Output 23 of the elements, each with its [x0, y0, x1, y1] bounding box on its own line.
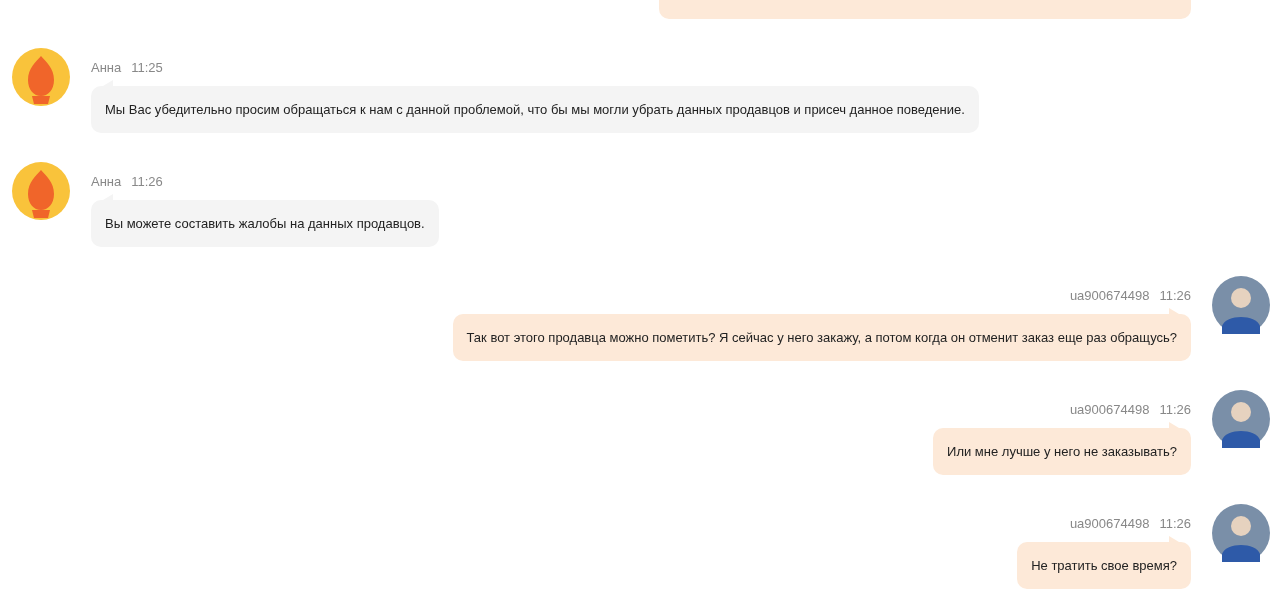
bubble-tail	[1169, 536, 1179, 542]
avatar-icon	[1212, 276, 1270, 334]
message-time: 11:26	[131, 174, 163, 189]
message-time: 11:25	[131, 60, 163, 75]
message-bubble: Не тратить свое время?	[1017, 542, 1191, 589]
avatar-icon	[12, 48, 70, 106]
bubble-tail	[1169, 308, 1179, 314]
author-name: Анна	[91, 60, 122, 75]
author-name: ua900674498	[1069, 288, 1150, 303]
author-name: Анна	[91, 174, 122, 189]
message-bubble: Так вот этого продавца можно пометить? Я сейчас у него закажу, а потом когда он отменит заказ еще раз обращусь?	[452, 314, 1191, 361]
message-bubble: Или мне лучше у него не заказывать?	[933, 428, 1191, 475]
author-name: ua900674498	[1069, 402, 1150, 417]
author-name: ua900674498	[1069, 516, 1150, 531]
message-time: 11:26	[1159, 288, 1191, 303]
bubble-tail	[1169, 422, 1179, 428]
avatar-icon	[1212, 504, 1270, 562]
avatar-icon	[1212, 390, 1270, 448]
message-time: 11:26	[1159, 402, 1191, 417]
message-bubble: Вы можете составить жалобы на данных продавцов.	[91, 200, 439, 247]
message-bubble: Мы Вас убедительно просим обращаться к нам с данной проблемой, что бы мы могли убрать данных продавцов и присеч данное поведение.	[91, 86, 979, 133]
avatar-icon	[12, 162, 70, 220]
message-time: 11:26	[1159, 516, 1191, 531]
